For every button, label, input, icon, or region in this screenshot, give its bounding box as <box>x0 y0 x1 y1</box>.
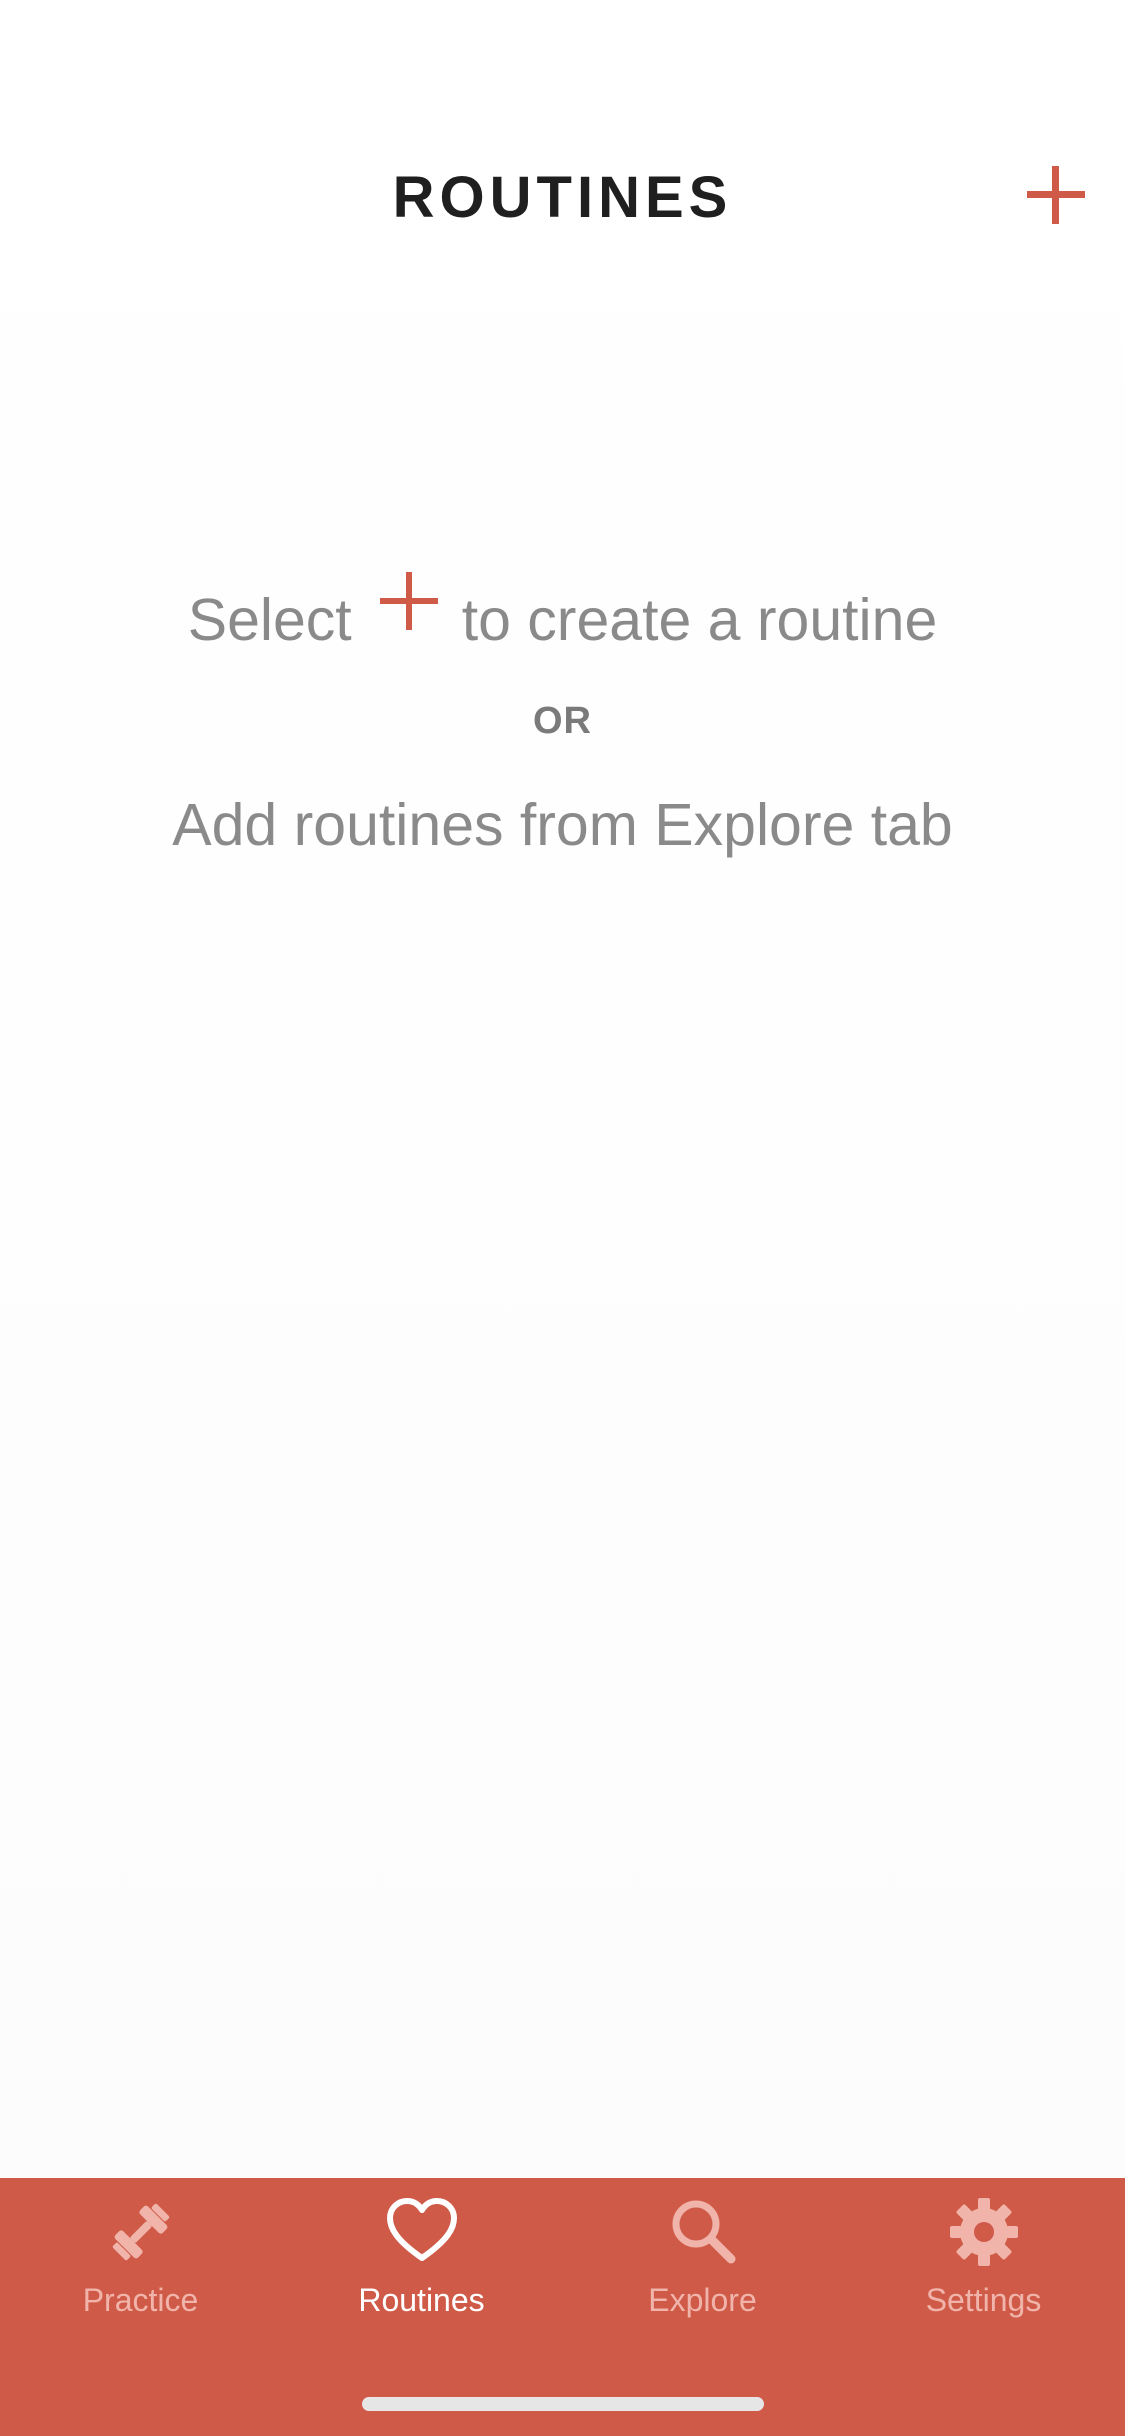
tab-settings[interactable]: Settings <box>843 2196 1124 2346</box>
routines-screen: ROUTINES Select to create a routine OR Ad… <box>0 0 1125 2436</box>
tab-explore[interactable]: Explore <box>562 2196 843 2346</box>
tab-practice[interactable]: Practice <box>0 2196 281 2346</box>
plus-icon <box>1027 166 1085 224</box>
explore-hint-text: Add routines from Explore tab <box>172 792 953 858</box>
heart-icon <box>386 2196 458 2268</box>
gear-icon <box>948 2196 1020 2268</box>
add-routine-button[interactable] <box>1021 160 1091 230</box>
select-text: Select <box>187 587 352 653</box>
empty-state-line-select: Select to create a routine <box>0 570 1125 660</box>
dumbbell-icon <box>105 2196 177 2268</box>
or-label: OR <box>533 700 592 742</box>
tab-explore-label: Explore <box>648 2282 757 2318</box>
home-indicator <box>362 2397 764 2411</box>
bottom-tab-bar: Practice Routines Explore Settings <box>0 2178 1125 2436</box>
tab-routines-label: Routines <box>358 2282 485 2318</box>
tab-routines[interactable]: Routines <box>281 2196 562 2346</box>
empty-state: Select to create a routine OR Add routine… <box>0 570 1125 865</box>
header: ROUTINES <box>0 140 1125 250</box>
tab-settings-label: Settings <box>925 2282 1042 2318</box>
create-routine-text: to create a routine <box>461 587 938 653</box>
page-title: ROUTINES <box>392 165 733 230</box>
tab-practice-label: Practice <box>82 2282 199 2318</box>
search-icon <box>667 2196 739 2268</box>
plus-icon <box>378 570 440 632</box>
